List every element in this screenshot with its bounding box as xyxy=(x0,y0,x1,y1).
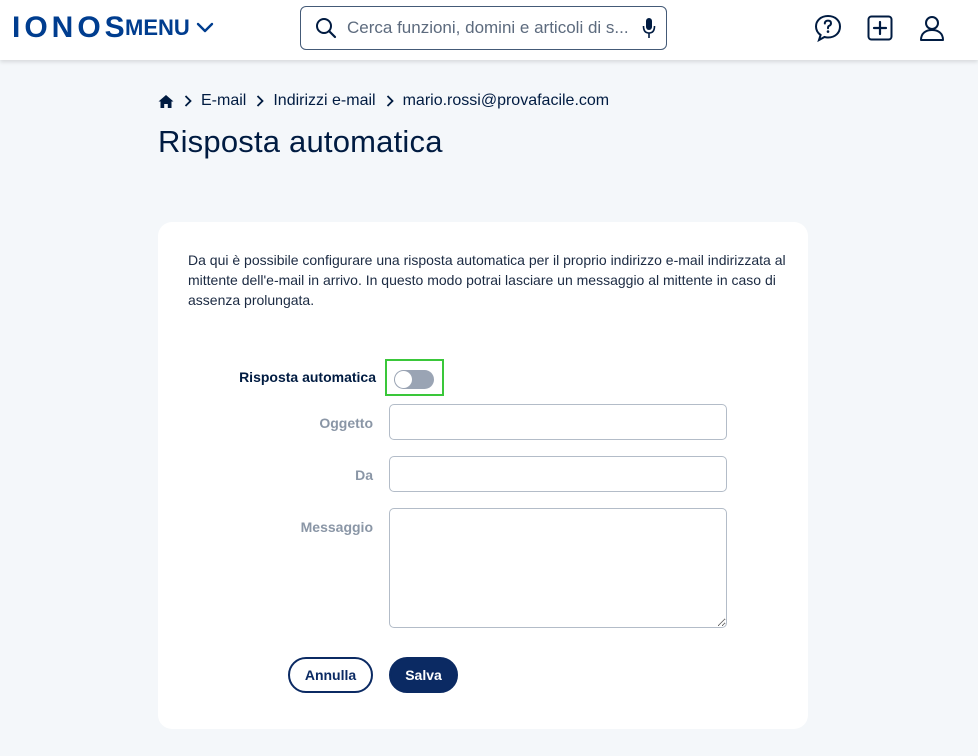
subject-field[interactable] xyxy=(389,404,727,440)
cancel-button[interactable]: Annulla xyxy=(288,657,373,693)
subject-label: Oggetto xyxy=(319,415,373,431)
home-icon[interactable] xyxy=(158,94,174,109)
search-box[interactable] xyxy=(300,6,667,50)
user-icon[interactable] xyxy=(916,12,948,44)
intro-text: Da qui è possibile configurare una rispo… xyxy=(188,252,786,308)
autoresponder-toggle-label: Risposta automatica xyxy=(239,369,376,385)
help-icon[interactable] xyxy=(812,12,844,44)
search-input[interactable] xyxy=(347,18,642,38)
from-field[interactable] xyxy=(389,456,727,492)
toggle-knob xyxy=(395,371,412,388)
chevron-right-icon xyxy=(386,95,394,107)
from-label: Da xyxy=(355,467,373,483)
message-label: Messaggio xyxy=(300,519,373,535)
main-menu-button[interactable]: MENU xyxy=(125,15,214,41)
toggle-highlight xyxy=(385,359,444,396)
ionos-logo[interactable]: IONOS xyxy=(12,13,129,43)
autoresponder-toggle[interactable] xyxy=(394,370,434,389)
top-navigation-bar: IONOS MENU xyxy=(0,0,978,60)
page-title: Risposta automatica xyxy=(158,124,443,159)
chevron-down-icon xyxy=(196,22,213,33)
breadcrumb: E-mail Indirizzi e-mail mario.rossi@prov… xyxy=(158,92,609,110)
breadcrumb-item-email-addresses[interactable]: Indirizzi e-mail xyxy=(273,92,375,110)
chevron-right-icon xyxy=(184,95,192,107)
add-icon[interactable] xyxy=(864,12,896,44)
breadcrumb-item-email[interactable]: E-mail xyxy=(201,92,246,110)
microphone-icon[interactable] xyxy=(642,17,656,39)
message-field[interactable] xyxy=(389,508,727,628)
search-icon[interactable] xyxy=(315,17,337,39)
menu-label: MENU xyxy=(125,15,190,40)
breadcrumb-item-current-address[interactable]: mario.rossi@provafacile.com xyxy=(403,92,610,110)
save-button[interactable]: Salva xyxy=(389,657,458,693)
autoresponder-card: Da qui è possibile configurare una rispo… xyxy=(158,222,808,729)
chevron-right-icon xyxy=(256,95,265,107)
